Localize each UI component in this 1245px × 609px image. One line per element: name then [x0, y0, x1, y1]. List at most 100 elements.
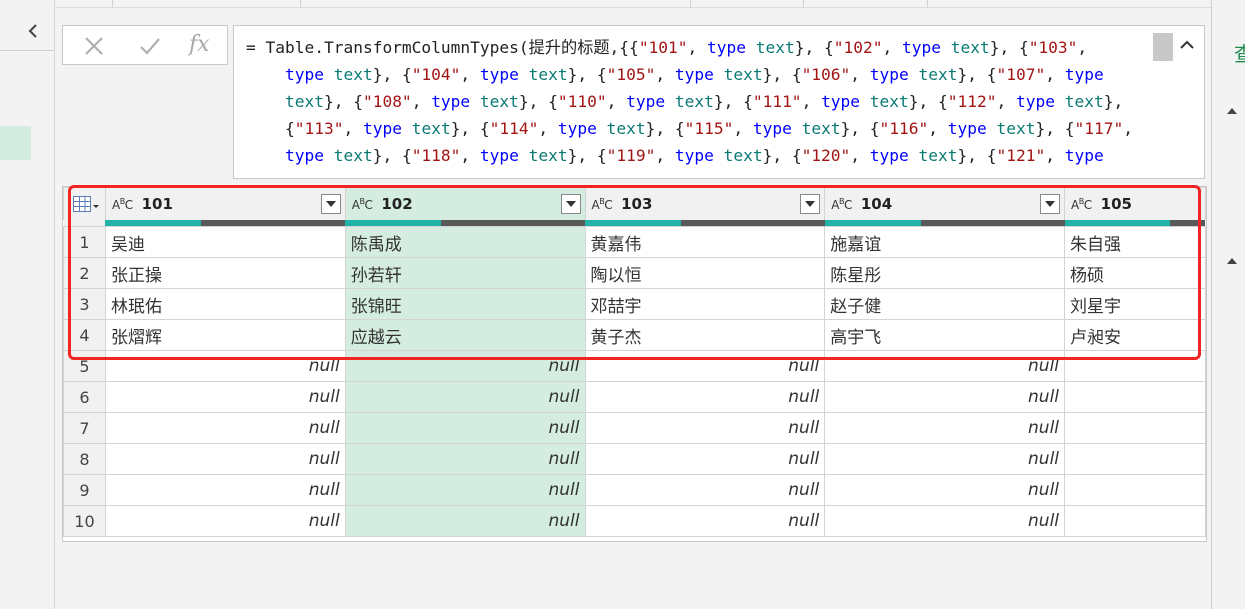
table-cell[interactable]: 陈星彤	[824, 257, 1066, 289]
table-cell[interactable]: null	[584, 350, 826, 382]
table-row[interactable]: 6 null null null null	[63, 381, 1206, 413]
row-number[interactable]: 5	[63, 350, 106, 382]
table-cell[interactable]: 黄子杰	[584, 319, 826, 351]
table-cell[interactable]: 朱自强	[1064, 226, 1206, 258]
table-cell[interactable]: null	[824, 474, 1066, 506]
formula-scrollbar[interactable]	[1153, 33, 1173, 61]
table-menu-button[interactable]	[63, 187, 106, 220]
table-row[interactable]: 2 张正操 孙若轩 陶以恒 陈星彤 杨硕	[63, 257, 1206, 289]
row-number[interactable]: 9	[63, 474, 106, 506]
table-cell[interactable]: 张锦旺	[344, 288, 586, 320]
table-cell[interactable]	[1064, 412, 1206, 444]
expand-triangle-icon[interactable]	[1226, 106, 1238, 116]
table-cell[interactable]: null	[344, 412, 586, 444]
table-cell[interactable]: null	[824, 381, 1066, 413]
column-header-105[interactable]: ABC 105	[1064, 187, 1206, 220]
table-cell[interactable]: 邓喆宇	[584, 288, 826, 320]
table-row[interactable]: 3 林珉佑 张锦旺 邓喆宇 赵子健 刘星宇	[63, 288, 1206, 320]
column-header-103[interactable]: ABC 103	[584, 187, 826, 220]
query-settings-label[interactable]: 查	[1234, 38, 1245, 67]
table-cell[interactable]: null	[584, 505, 826, 537]
table-cell[interactable]: null	[104, 381, 346, 413]
table-cell[interactable]: 高宇飞	[824, 319, 1066, 351]
table-cell[interactable]	[1064, 381, 1206, 413]
table-cell[interactable]: null	[824, 350, 1066, 382]
table-cell[interactable]: 杨硕	[1064, 257, 1206, 289]
row-number[interactable]: 4	[63, 319, 106, 351]
column-header-101[interactable]: ABC 101	[104, 187, 346, 220]
filter-dropdown-button[interactable]	[800, 194, 821, 214]
formula-token: ,	[655, 65, 675, 84]
table-cell[interactable]: null	[584, 443, 826, 475]
table-cell[interactable]: null	[584, 381, 826, 413]
table-cell[interactable]: null	[584, 412, 826, 444]
table-cell[interactable]: null	[104, 443, 346, 475]
fx-icon[interactable]: fx	[189, 32, 210, 57]
table-cell[interactable]: 张正操	[104, 257, 346, 289]
filter-dropdown-button[interactable]	[1040, 194, 1061, 214]
table-cell[interactable]: 应越云	[344, 319, 586, 351]
row-number[interactable]: 3	[63, 288, 106, 320]
table-cell[interactable]: null	[584, 474, 826, 506]
check-icon[interactable]	[139, 35, 161, 57]
table-cell[interactable]	[1064, 505, 1206, 537]
text-type-icon[interactable]: ABC	[1071, 197, 1092, 212]
table-row[interactable]: 8 null null null null	[63, 443, 1206, 475]
table-cell[interactable]: 陶以恒	[584, 257, 826, 289]
table-row[interactable]: 10 null null null null	[63, 505, 1206, 537]
column-header-104[interactable]: ABC 104	[824, 187, 1066, 220]
table-cell[interactable]: 孙若轩	[344, 257, 586, 289]
expand-triangle-icon[interactable]	[1226, 256, 1238, 266]
table-cell[interactable]: 吴迪	[104, 226, 346, 258]
table-cell[interactable]: null	[344, 350, 586, 382]
table-cell[interactable]	[1064, 350, 1206, 382]
table-cell[interactable]: null	[824, 412, 1066, 444]
table-row[interactable]: 4 张熠辉 应越云 黄子杰 高宇飞 卢昶安	[63, 319, 1206, 351]
formula-bar[interactable]: = Table.TransformColumnTypes(提升的标题,{{"10…	[233, 25, 1205, 179]
text-type-icon[interactable]: ABC	[352, 197, 373, 212]
selected-query-marker[interactable]	[0, 126, 31, 160]
text-type-icon[interactable]: ABC	[592, 197, 613, 212]
table-row[interactable]: 1 吴迪 陈禹成 黄嘉伟 施嘉谊 朱自强	[63, 226, 1206, 258]
text-type-icon[interactable]: ABC	[831, 197, 852, 212]
column-header-102[interactable]: ABC 102	[344, 187, 586, 220]
collapse-formula-icon[interactable]	[1178, 36, 1196, 54]
table-cell[interactable]: 施嘉谊	[824, 226, 1066, 258]
table-cell[interactable]	[1064, 443, 1206, 475]
table-cell[interactable]: 卢昶安	[1064, 319, 1206, 351]
table-cell[interactable]: 刘星宇	[1064, 288, 1206, 320]
table-cell[interactable]: null	[104, 474, 346, 506]
table-row[interactable]: 7 null null null null	[63, 412, 1206, 444]
table-cell[interactable]: null	[824, 505, 1066, 537]
table-row[interactable]: 9 null null null null	[63, 474, 1206, 506]
row-number[interactable]: 1	[63, 226, 106, 258]
table-cell[interactable]: 黄嘉伟	[584, 226, 826, 258]
close-icon[interactable]	[83, 35, 105, 57]
formula-token: = Table.TransformColumnTypes(提升的标题,{{	[246, 38, 639, 57]
row-number[interactable]: 2	[63, 257, 106, 289]
table-cell[interactable]: null	[824, 443, 1066, 475]
text-type-icon[interactable]: ABC	[112, 197, 133, 212]
formula-text[interactable]: = Table.TransformColumnTypes(提升的标题,{{"10…	[234, 26, 1204, 169]
collapse-left-icon[interactable]	[26, 24, 40, 38]
table-cell[interactable]: null	[104, 505, 346, 537]
table-row[interactable]: 5 null null null null	[63, 350, 1206, 382]
table-cell[interactable]: 赵子健	[824, 288, 1066, 320]
row-number[interactable]: 8	[63, 443, 106, 475]
table-cell[interactable]: 林珉佑	[104, 288, 346, 320]
filter-dropdown-button[interactable]	[560, 194, 581, 214]
table-cell[interactable]: null	[104, 412, 346, 444]
table-cell[interactable]: 陈禹成	[344, 226, 586, 258]
row-number[interactable]: 7	[63, 412, 106, 444]
table-cell[interactable]: 张熠辉	[104, 319, 346, 351]
table-cell[interactable]	[1064, 474, 1206, 506]
row-number[interactable]: 6	[63, 381, 106, 413]
formula-token	[519, 65, 529, 84]
table-cell[interactable]: null	[344, 381, 586, 413]
table-cell[interactable]: null	[104, 350, 346, 382]
table-cell[interactable]: null	[344, 474, 586, 506]
table-cell[interactable]: null	[344, 505, 586, 537]
row-number[interactable]: 10	[63, 505, 106, 537]
filter-dropdown-button[interactable]	[320, 194, 341, 214]
table-cell[interactable]: null	[344, 443, 586, 475]
